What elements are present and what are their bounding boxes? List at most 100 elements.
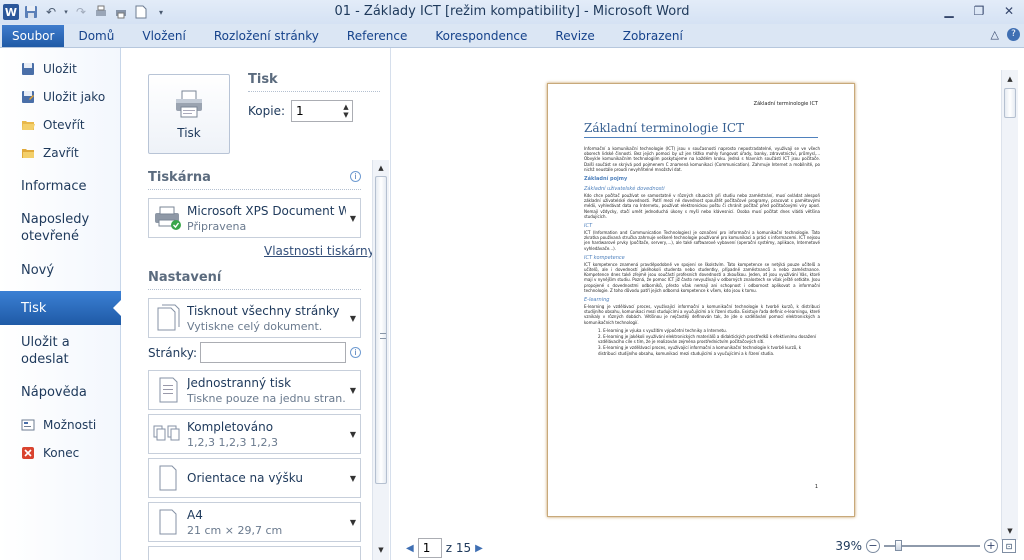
tab-page-layout[interactable]: Rozložení stránky bbox=[200, 25, 333, 47]
pages-info-icon[interactable]: i bbox=[350, 347, 361, 358]
tab-insert[interactable]: Vložení bbox=[128, 25, 200, 47]
minimize-icon[interactable]: ▁ bbox=[934, 0, 964, 22]
zoom-slider-knob[interactable] bbox=[895, 540, 902, 551]
scroll-thumb[interactable] bbox=[375, 176, 387, 484]
quick-print-icon[interactable] bbox=[113, 4, 129, 20]
printer-dropdown[interactable]: Microsoft XPS Document W... Připravena ▼ bbox=[148, 198, 361, 238]
paper-size-label: A4 bbox=[187, 507, 203, 522]
zoom-control: 39% − + ⊡ bbox=[835, 539, 1016, 553]
nav-save-as-label: Uložit jako bbox=[43, 90, 106, 104]
print-button[interactable]: Tisk bbox=[148, 74, 230, 154]
print-settings-panel: Tisk Tisk Kopie: 1 ▲ ▼ Tiskárna i Microso… bbox=[121, 48, 391, 560]
zoom-in-icon[interactable]: + bbox=[984, 539, 998, 553]
tab-mailings[interactable]: Korespondence bbox=[421, 25, 541, 47]
skills-paragraph: Kdo chce počítač používat se samostatně … bbox=[584, 193, 820, 219]
scroll-up-icon[interactable]: ▲ bbox=[1002, 72, 1018, 86]
tab-review[interactable]: Revize bbox=[541, 25, 608, 47]
nav-exit[interactable]: Konec bbox=[0, 444, 121, 462]
chevron-down-icon: ▼ bbox=[349, 213, 357, 223]
elearning-paragraph: E-learning je vzdělávací proces, využíva… bbox=[584, 304, 820, 325]
tab-file[interactable]: Soubor bbox=[2, 25, 65, 47]
nav-info[interactable]: Informace bbox=[21, 178, 87, 195]
ribbon-tabs: Soubor Domů Vložení Rozložení stránky Re… bbox=[0, 24, 1024, 48]
exit-icon bbox=[20, 445, 36, 461]
paper-size-desc: 21 cm × 29,7 cm bbox=[187, 523, 283, 537]
zoom-slider[interactable] bbox=[884, 540, 980, 551]
previous-page-icon[interactable]: ◀ bbox=[406, 543, 414, 554]
zoom-to-page-icon[interactable]: ⊡ bbox=[1002, 539, 1016, 553]
scroll-thumb[interactable] bbox=[1004, 88, 1016, 118]
copies-input[interactable]: 1 ▲ ▼ bbox=[291, 100, 353, 122]
nav-open-label: Otevřít bbox=[43, 118, 85, 132]
heading-ict: ICT bbox=[584, 223, 593, 230]
copies-spinner[interactable]: ▲ ▼ bbox=[340, 101, 352, 121]
nav-close-label: Zavřít bbox=[43, 146, 79, 160]
zoom-out-icon[interactable]: − bbox=[866, 539, 880, 553]
printer-info-icon[interactable]: i bbox=[350, 171, 361, 182]
nav-help[interactable]: Nápověda bbox=[21, 384, 87, 401]
nav-recent[interactable]: Naposledy otevřené bbox=[21, 211, 101, 245]
list-item: 2. E-learning je jakékoli využívání elek… bbox=[598, 334, 817, 345]
nav-new[interactable]: Nový bbox=[21, 262, 54, 279]
print-preview-area: Základní terminologie ICT Základní termi… bbox=[392, 48, 1024, 560]
save-icon[interactable] bbox=[23, 4, 39, 20]
printer-properties-link[interactable]: Vlastnosti tiskárny bbox=[264, 244, 375, 258]
print-preview-icon[interactable] bbox=[93, 4, 109, 20]
word-app-icon[interactable]: W bbox=[3, 4, 19, 20]
settings-scrollbar[interactable]: ▲ ▼ bbox=[372, 160, 389, 560]
current-page-input[interactable]: 1 bbox=[417, 538, 442, 558]
collation-dropdown[interactable]: Kompletováno 1,2,3 1,2,3 1,2,3 ▼ bbox=[148, 414, 361, 454]
spin-down-icon[interactable]: ▼ bbox=[343, 111, 348, 119]
tab-view[interactable]: Zobrazení bbox=[609, 25, 697, 47]
nav-save-as[interactable]: Uložit jako bbox=[0, 88, 121, 106]
collated-icon bbox=[153, 419, 183, 449]
divider bbox=[148, 289, 361, 290]
ict-paragraph: ICT (Information and Communication Techn… bbox=[584, 230, 820, 251]
print-range-dropdown[interactable]: Tisknout všechny stránky Vytiskne celý d… bbox=[148, 298, 361, 338]
close-icon[interactable]: ✕ bbox=[994, 0, 1024, 22]
print-section-title: Tisk bbox=[248, 72, 278, 87]
nav-save-send[interactable]: Uložit a odeslat bbox=[21, 334, 91, 368]
redo-icon[interactable]: ↷ bbox=[73, 4, 89, 20]
pages-input[interactable] bbox=[200, 342, 346, 363]
preview-scrollbar[interactable]: ▲ ▼ bbox=[1001, 70, 1018, 540]
sides-dropdown[interactable]: Jednostranný tisk Tiskne pouze na jednu … bbox=[148, 370, 361, 410]
chevron-down-icon: ▼ bbox=[349, 313, 357, 323]
nav-options-label: Možnosti bbox=[43, 418, 97, 432]
list-item: 3. E-learning je vzdělávací proces, využ… bbox=[598, 345, 802, 356]
list-item-text: E-learning je jakékoli využívání elektro… bbox=[598, 334, 817, 345]
window-controls: ▁ ❐ ✕ bbox=[934, 0, 1024, 22]
scroll-down-icon[interactable]: ▼ bbox=[373, 542, 389, 558]
margins-dropdown[interactable] bbox=[148, 546, 361, 560]
printer-name: Microsoft XPS Document W... bbox=[187, 203, 346, 218]
tab-references[interactable]: Reference bbox=[333, 25, 421, 47]
paper-size-dropdown[interactable]: A4 21 cm × 29,7 cm ▼ bbox=[148, 502, 361, 542]
nav-options[interactable]: Možnosti bbox=[0, 416, 121, 434]
spin-up-icon[interactable]: ▲ bbox=[343, 103, 348, 111]
restore-icon[interactable]: ❐ bbox=[964, 0, 994, 22]
nav-open[interactable]: Otevřít bbox=[0, 116, 121, 134]
collation-desc: 1,2,3 1,2,3 1,2,3 bbox=[187, 435, 278, 449]
save-as-icon bbox=[20, 89, 36, 105]
printer-icon bbox=[176, 90, 202, 118]
customize-qat-icon[interactable]: ▾ bbox=[153, 4, 169, 20]
title-bar: W ↶ ▾ ↷ ▾ 01 - Základy ICT [režim kompat… bbox=[0, 0, 1024, 24]
scroll-up-icon[interactable]: ▲ bbox=[373, 160, 389, 176]
tab-home[interactable]: Domů bbox=[64, 25, 128, 47]
quick-access-toolbar: W ↶ ▾ ↷ ▾ bbox=[0, 0, 169, 24]
intro-paragraph: Informační a komunikační technologie (IC… bbox=[584, 146, 820, 172]
undo-icon[interactable]: ↶ bbox=[43, 4, 59, 20]
orientation-dropdown[interactable]: Orientace na výšku ▼ bbox=[148, 458, 361, 498]
nav-close[interactable]: Zavřít bbox=[0, 144, 121, 162]
nav-save[interactable]: Uložit bbox=[0, 60, 121, 78]
help-icon[interactable]: ? bbox=[1007, 28, 1020, 41]
divider bbox=[148, 189, 361, 190]
nav-print[interactable]: Tisk bbox=[0, 291, 122, 325]
ribbon-collapse-icon[interactable]: △ bbox=[991, 28, 999, 41]
options-icon bbox=[20, 417, 36, 433]
undo-dropdown-icon[interactable]: ▾ bbox=[63, 4, 69, 20]
total-pages: z 15 bbox=[445, 541, 472, 555]
new-document-icon[interactable] bbox=[133, 4, 149, 20]
list-item: 1. E-learning je výuka s využitím výpoče… bbox=[598, 327, 727, 333]
next-page-icon[interactable]: ▶ bbox=[475, 543, 483, 554]
